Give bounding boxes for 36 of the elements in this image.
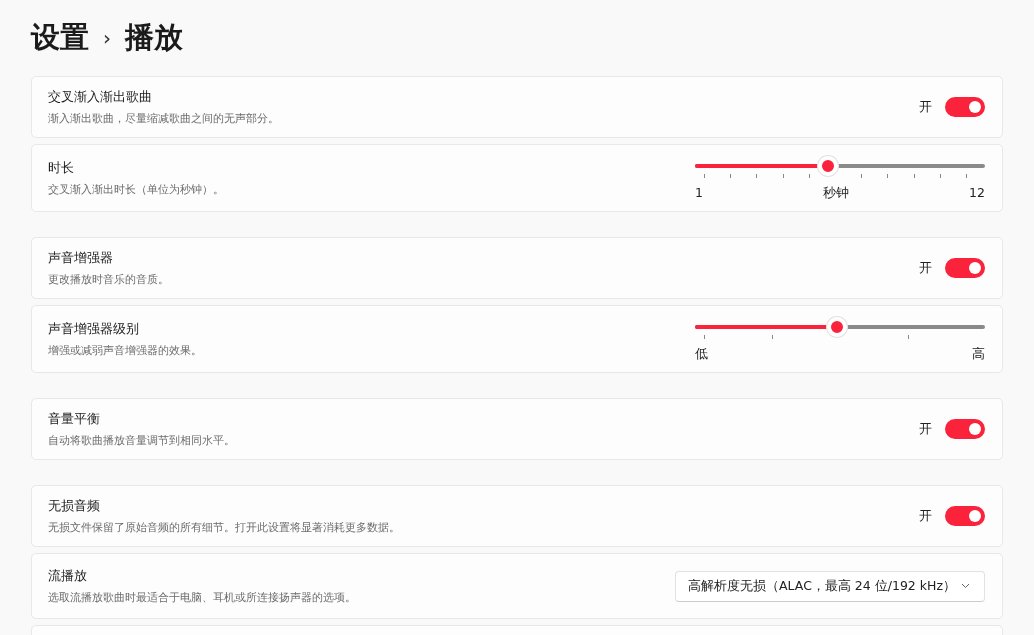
breadcrumb-separator: › (103, 26, 111, 50)
setting-title: 时长 (48, 159, 75, 177)
setting-title: 声音增强器 (48, 249, 114, 267)
toggle-switch[interactable] (945, 258, 985, 278)
slider[interactable] (695, 317, 985, 337)
setting-description: 渐入渐出歌曲，尽量缩减歌曲之间的无声部分。 (48, 110, 279, 126)
setting-description: 选取流播放歌曲时最适合于电脑、耳机或所连接扬声器的选项。 (48, 589, 356, 605)
toggle-switch[interactable] (945, 419, 985, 439)
setting-description: 增强或减弱声音增强器的效果。 (48, 342, 202, 358)
slider-thumb[interactable] (818, 156, 839, 176)
setting-title: 无损音频 (48, 497, 101, 515)
setting-description: 无损文件保留了原始音频的所有细节。打开此设置将显著消耗更多数据。 (48, 519, 400, 535)
toggle-state-label: 开 (919, 507, 932, 525)
slider-thumb[interactable] (827, 317, 848, 337)
setting-description: 交叉渐入渐出时长（单位为秒钟）。 (48, 181, 224, 197)
quality-dropdown[interactable]: 高解析度无损（ALAC，最高 24 位/192 kHz） (675, 570, 985, 602)
setting-title: 音量平衡 (48, 410, 101, 428)
toggle-switch[interactable] (945, 506, 985, 526)
slider-max-label: 高 (972, 346, 985, 363)
toggle-state-label: 开 (919, 420, 932, 438)
setting-description: 更改播放时音乐的音质。 (48, 271, 169, 287)
slider-min-label: 低 (695, 346, 708, 363)
page-title: 播放 (125, 19, 183, 56)
toggle-state-label: 开 (919, 259, 932, 277)
setting-title: 交叉渐入渐出歌曲 (48, 88, 153, 106)
setting-title: 流播放 (48, 567, 88, 585)
slider[interactable] (695, 156, 985, 176)
setting-title: 声音增强器级别 (48, 320, 140, 338)
setting-description: 自动将歌曲播放音量调节到相同水平。 (48, 432, 235, 448)
slider-min-label: 1 (695, 185, 703, 202)
toggle-switch[interactable] (945, 97, 985, 117)
slider-unit-label: 秒钟 (823, 185, 849, 202)
toggle-state-label: 开 (919, 98, 932, 116)
chevron-down-icon (961, 583, 970, 589)
slider-max-label: 12 (969, 185, 985, 202)
breadcrumb-parent[interactable]: 设置 (31, 18, 89, 58)
